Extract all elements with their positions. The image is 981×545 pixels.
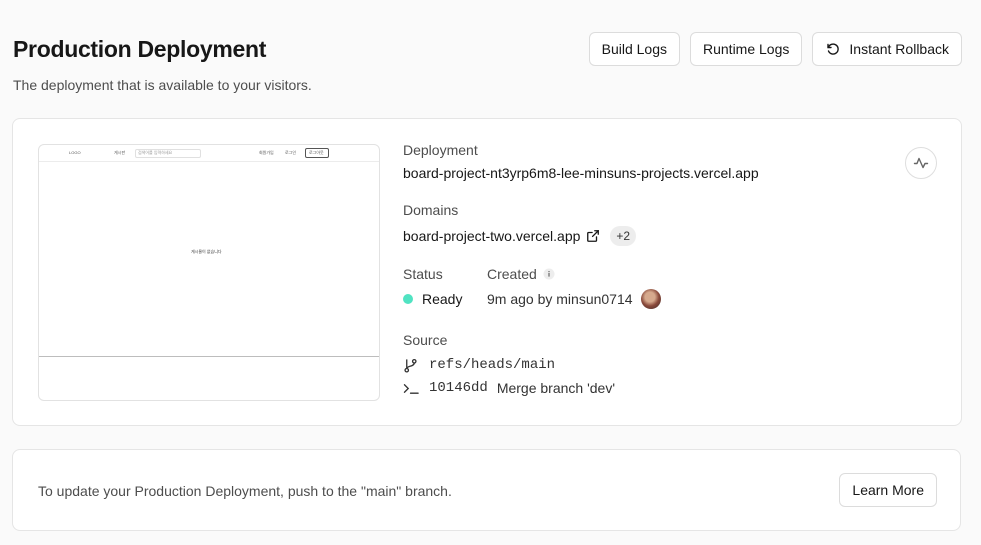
build-logs-label: Build Logs [601, 41, 667, 57]
created-value: 9m ago by minsun0714 [487, 291, 633, 307]
learn-more-button[interactable]: Learn More [839, 473, 937, 507]
created-label-row: Created [487, 266, 661, 282]
external-link-icon[interactable] [586, 229, 600, 243]
preview-nav-signup: 회원가입 [259, 150, 274, 155]
preview-nav-login: 로그인 [285, 150, 297, 155]
build-logs-button[interactable]: Build Logs [588, 32, 680, 66]
preview-nav-board: 게시판 [114, 150, 126, 155]
page-header: Production Deployment [13, 34, 266, 64]
deployment-preview[interactable]: LOGO 게시판 검색어를 입력하세요 회원가입 로그인 로그아웃 게시물이 없… [38, 144, 380, 401]
deployment-label: Deployment [403, 142, 478, 158]
runtime-logs-button[interactable]: Runtime Logs [690, 32, 803, 66]
runtime-logs-label: Runtime Logs [703, 41, 790, 57]
avatar[interactable] [640, 289, 661, 309]
instant-rollback-label: Instant Rollback [849, 41, 949, 57]
preview-logo: LOGO [69, 150, 81, 155]
source-section: Source refs/heads/main 10146dd Merge bra… [403, 332, 615, 396]
preview-divider [39, 356, 379, 357]
deployment-section: Deployment board-project-nt3yrp6m8-lee-m… [403, 142, 759, 181]
commit-hash[interactable]: 10146dd [429, 380, 488, 396]
source-label: Source [403, 332, 448, 348]
update-info-message: To update your Production Deployment, pu… [38, 483, 452, 499]
created-row: 9m ago by minsun0714 [487, 289, 661, 309]
domains-row: board-project-two.vercel.app +2 [403, 226, 637, 246]
status-label: Status [403, 266, 443, 282]
domains-label: Domains [403, 202, 459, 218]
created-section: Created 9m ago by minsun0714 [487, 266, 661, 309]
terminal-icon [403, 383, 419, 394]
created-label: Created [487, 266, 537, 282]
status-dot-icon [403, 294, 413, 304]
deployment-card: LOGO 게시판 검색어를 입력하세요 회원가입 로그인 로그아웃 게시물이 없… [12, 118, 962, 426]
branch-row: refs/heads/main [403, 357, 615, 373]
page-subtitle: The deployment that is available to your… [13, 77, 312, 93]
rollback-icon [827, 43, 840, 55]
status-value: Ready [422, 291, 463, 307]
preview-navbar: LOGO 게시판 검색어를 입력하세요 회원가입 로그인 로그아웃 [39, 145, 379, 162]
domain-link[interactable]: board-project-two.vercel.app [403, 228, 580, 244]
update-info-card: To update your Production Deployment, pu… [12, 449, 961, 531]
learn-more-label: Learn More [852, 482, 924, 498]
preview-logout-label: 로그아웃 [309, 150, 324, 155]
info-icon[interactable] [543, 268, 555, 280]
git-branch-icon [404, 358, 417, 373]
activity-button[interactable] [905, 147, 937, 179]
preview-search-placeholder: 검색어를 입력하세요 [138, 150, 173, 155]
commit-message: Merge branch 'dev' [496, 380, 615, 396]
preview-empty-text: 게시물이 없습니다 [191, 249, 222, 254]
page-title: Production Deployment [13, 36, 267, 62]
deployment-url-link[interactable]: board-project-nt3yrp6m8-lee-minsuns-proj… [403, 165, 759, 181]
status-section: Status Ready [403, 266, 462, 307]
header-actions: Build Logs Runtime Logs Instant Rollback [588, 32, 962, 66]
instant-rollback-button[interactable]: Instant Rollback [812, 32, 962, 66]
extra-domains-badge[interactable]: +2 [610, 226, 637, 246]
status-row: Ready [403, 291, 462, 307]
activity-icon [913, 157, 929, 169]
commit-row: 10146dd Merge branch 'dev' [403, 380, 615, 396]
branch-ref[interactable]: refs/heads/main [429, 357, 555, 373]
domains-section: Domains board-project-two.vercel.app +2 [403, 202, 637, 246]
